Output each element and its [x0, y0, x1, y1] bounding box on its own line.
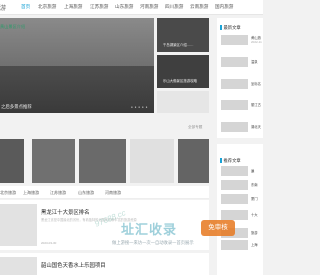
tab-henan[interactable]: 河南旅游: [105, 190, 121, 196]
recommended-panel: 推荐文章 遍 东南 厦门 十大 旅游 上海: [217, 144, 263, 275]
article-thumb[interactable]: [0, 204, 37, 246]
latest-item[interactable]: 湖北天: [251, 124, 261, 129]
slider-dots[interactable]: ● ● ● ● ●: [131, 105, 148, 109]
article-title[interactable]: 韶山国色天香水上乐园项目: [41, 261, 106, 269]
feature-card[interactable]: [32, 139, 75, 183]
hero-subtitle[interactable]: 黄山景区介绍: [0, 24, 25, 30]
latest-heading-text: 最新文章: [223, 25, 241, 30]
watermark-tagline: 做上游搜一来访一次一自动收录一首页展示: [112, 240, 194, 245]
rec-item[interactable]: 十大: [251, 212, 258, 217]
latest-item[interactable]: 温泉: [251, 59, 258, 64]
top-nav: 游 首页 北京旅游 上海旅游 江苏旅游 山东旅游 河南旅游 四川旅游 云南旅游 …: [0, 0, 263, 15]
watermark-title: 址汇收录: [121, 222, 178, 237]
nav-shanghai[interactable]: 上海旅游: [64, 4, 82, 10]
page: 游 首页 北京旅游 上海旅游 江苏旅游 山东旅游 河南旅游 四川旅游 云南旅游 …: [0, 0, 263, 275]
hero-title[interactable]: 之后多景点推荐: [1, 104, 32, 110]
rec-thumb[interactable]: [221, 166, 248, 176]
article-item[interactable]: 韶山国色天香水上乐园项目: [0, 253, 209, 275]
nav-beijing[interactable]: 北京旅游: [38, 4, 56, 10]
latest-item[interactable]: 坐标名: [251, 81, 261, 86]
rec-item[interactable]: 遍: [251, 168, 254, 173]
watermark-badge: 免审核: [201, 220, 235, 236]
nav-sichuan[interactable]: 四川旅游: [165, 4, 183, 10]
feature-card[interactable]: [0, 139, 24, 183]
latest-thumb[interactable]: [221, 57, 248, 67]
latest-thumb[interactable]: [221, 100, 248, 110]
latest-heading: 最新文章: [220, 25, 241, 31]
side-feature-caption: 乐山大佛景区旅游攻略: [163, 79, 197, 83]
more-topics-link[interactable]: 全部专题: [188, 125, 202, 130]
recommended-heading: 推荐文章: [220, 158, 241, 164]
rec-thumb[interactable]: [221, 240, 248, 250]
heading-accent: [220, 158, 222, 163]
article-title[interactable]: 黑龙江十大景区排名: [41, 208, 90, 216]
rec-thumb[interactable]: [221, 180, 248, 190]
recommended-heading-text: 推荐文章: [223, 158, 241, 163]
nav-domestic[interactable]: 国内旅游: [215, 4, 233, 10]
hero-slider[interactable]: 黄山景区介绍 之后多景点推荐 ● ● ● ● ●: [0, 18, 154, 113]
latest-panel: 最新文章 黄山旅 2022-11 温泉 坐标名 丽江古 湖北天: [217, 18, 263, 138]
latest-item[interactable]: 丽江古: [251, 102, 261, 107]
side-feature-caption: 千岛湖景区介绍……: [163, 43, 194, 47]
rec-thumb[interactable]: [221, 194, 248, 204]
article-thumb[interactable]: [0, 257, 37, 275]
nav-henan[interactable]: 河南旅游: [140, 4, 158, 10]
tab-beijing[interactable]: 北京旅游: [0, 190, 16, 196]
latest-item-date: 2022-11: [251, 40, 262, 44]
site-logo[interactable]: 游: [0, 3, 6, 12]
nav-jiangsu[interactable]: 江苏旅游: [90, 4, 108, 10]
feature-card[interactable]: [79, 139, 126, 183]
tab-jiangsu[interactable]: 江苏旅游: [50, 190, 66, 196]
category-tabs: 北京旅游 上海旅游 江苏旅游 山东旅游 河南旅游: [0, 186, 209, 199]
latest-thumb[interactable]: [221, 122, 248, 132]
latest-thumb[interactable]: [221, 35, 248, 45]
rec-item[interactable]: 旅游: [251, 230, 258, 235]
rec-item[interactable]: 厦门: [251, 196, 258, 201]
side-feature-1[interactable]: 千岛湖景区介绍……: [157, 18, 209, 52]
tab-shanghai[interactable]: 上海旅游: [23, 190, 39, 196]
feature-card[interactable]: [178, 139, 209, 183]
side-feature-2[interactable]: 乐山大佛景区旅游攻略: [157, 55, 209, 88]
heading-accent: [220, 25, 222, 30]
latest-thumb[interactable]: [221, 79, 248, 89]
nav-shandong[interactable]: 山东旅游: [115, 4, 133, 10]
article-date: 2023-03-30: [41, 241, 57, 245]
nav-yunnan[interactable]: 云南旅游: [190, 4, 208, 10]
side-feature-3[interactable]: [157, 91, 209, 113]
rec-item[interactable]: 上海: [251, 242, 258, 247]
nav-home[interactable]: 首页: [21, 4, 30, 10]
rec-thumb[interactable]: [221, 210, 248, 220]
feature-card[interactable]: [130, 139, 174, 183]
rec-item[interactable]: 东南: [251, 182, 258, 187]
tab-shandong[interactable]: 山东旅游: [78, 190, 94, 196]
